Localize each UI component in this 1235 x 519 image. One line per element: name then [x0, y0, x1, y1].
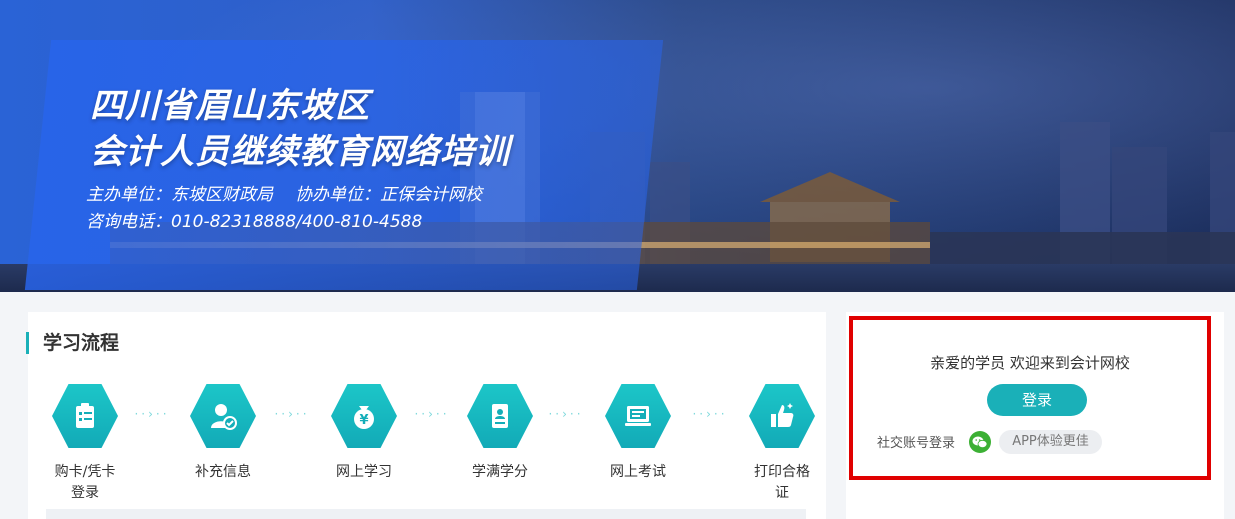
social-login-label: 社交账号登录	[877, 436, 956, 451]
step-label: 购卡/凭卡 登录	[54, 464, 116, 501]
monitor-icon	[605, 384, 671, 448]
banner-title-line2: 会计人员继续教育网络培训	[90, 132, 510, 172]
step-label: 打印合格 证	[754, 464, 810, 501]
step-full-credits[interactable]: 学满学分	[466, 384, 534, 483]
step-connector: ··›··	[692, 407, 728, 421]
step-print-certificate[interactable]: 打印合格 证	[748, 384, 816, 504]
login-button[interactable]: 登录	[987, 384, 1087, 416]
thumbs-up-icon	[749, 384, 815, 448]
learning-process-title: 学习流程	[26, 332, 119, 354]
content-placeholder-bar	[46, 509, 806, 519]
money-bag-icon: ¥	[331, 384, 397, 448]
welcome-text: 亲爱的学员 欢迎来到会计网校	[930, 354, 1130, 372]
step-label: 网上学习	[336, 464, 392, 480]
step-connector: ··›··	[548, 407, 584, 421]
step-label: 补充信息	[195, 464, 251, 480]
svg-text:¥: ¥	[359, 413, 368, 428]
step-connector: ··›··	[134, 407, 170, 421]
step-connector: ··›··	[274, 407, 310, 421]
step-online-study[interactable]: ¥ 网上学习	[330, 384, 398, 483]
host-label: 主办单位：东坡区财政局	[86, 185, 273, 205]
step-connector: ··›··	[414, 407, 450, 421]
step-label: 网上考试	[610, 464, 666, 480]
step-complete-info[interactable]: 补充信息	[189, 384, 257, 483]
step-online-exam[interactable]: 网上考试	[604, 384, 672, 483]
id-card-icon	[467, 384, 533, 448]
banner-phone: 咨询电话：010-82318888/400-810-4588	[86, 212, 423, 232]
banner-title-line1: 四川省眉山东坡区	[90, 86, 370, 126]
banner-organizers: 主办单位：东坡区财政局 协办单位：正保会计网校	[86, 180, 482, 205]
co-host-label: 协办单位：正保会计网校	[295, 185, 482, 205]
user-check-icon	[190, 384, 256, 448]
wechat-icon[interactable]	[969, 431, 991, 453]
clipboard-icon	[52, 384, 118, 448]
header-banner: 四川省眉山东坡区 会计人员继续教育网络培训 主办单位：东坡区财政局 协办单位：正保…	[0, 0, 1235, 292]
step-buy-card[interactable]: 购卡/凭卡 登录	[51, 384, 119, 504]
step-label: 学满学分	[472, 464, 528, 480]
app-experience-link[interactable]: APP体验更佳	[999, 430, 1102, 454]
